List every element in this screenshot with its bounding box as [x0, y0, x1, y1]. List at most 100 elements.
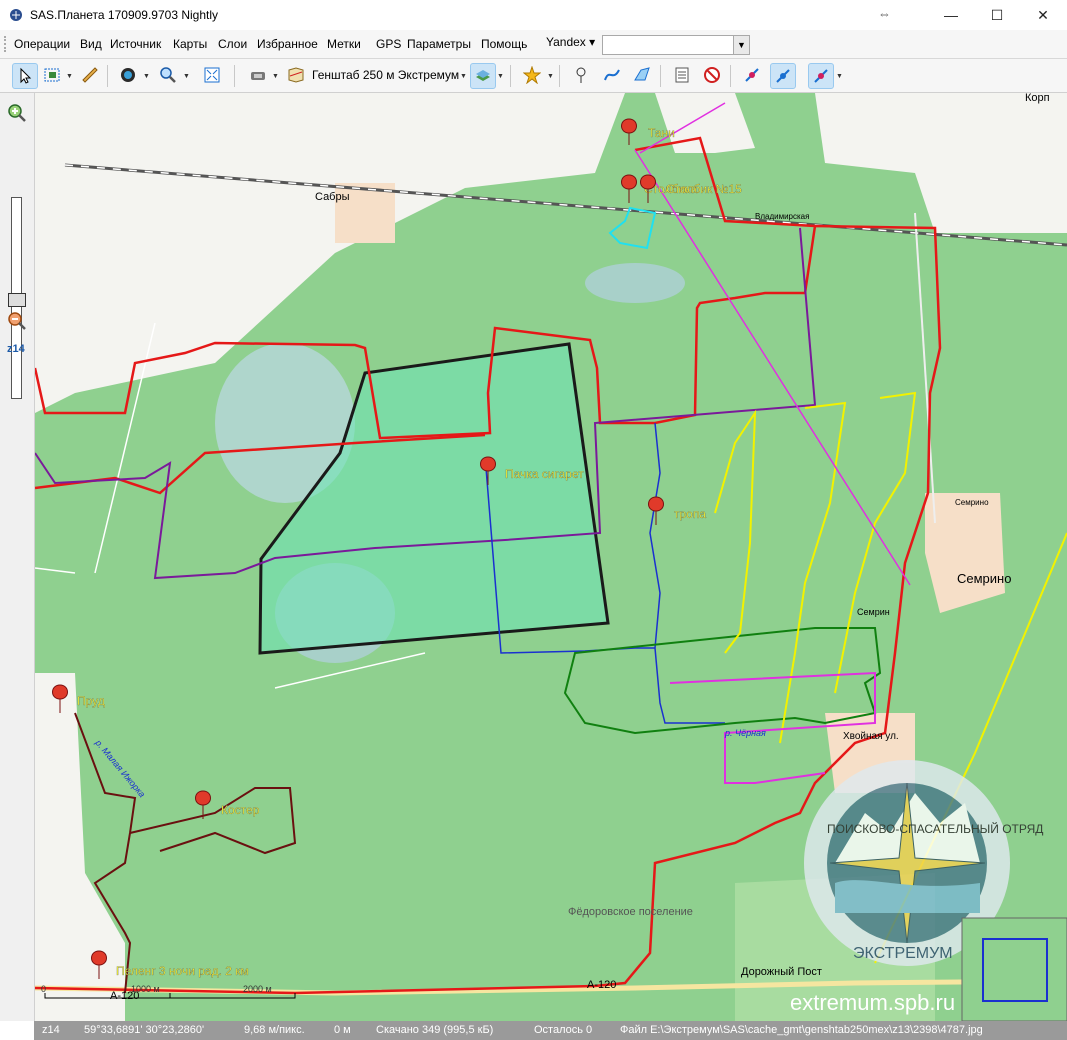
search-provider-dropdown[interactable]: Yandex ▾: [546, 35, 595, 49]
settlement-semrino: [925, 493, 1005, 613]
menu-bar: Операции Вид Источник Карты Слои Избранн…: [0, 30, 1067, 59]
marker-label-pachka: Пачка сигарет: [505, 467, 584, 481]
place-fedoritsa: Фёдоровское поселение: [568, 906, 693, 918]
map-type-selector[interactable]: Генштаб 250 м Экстремум: [312, 68, 459, 82]
globe-button[interactable]: [116, 63, 140, 87]
add-mark-button[interactable]: [569, 63, 593, 87]
favorites-button[interactable]: [520, 63, 544, 87]
scale-end: 2000 м: [243, 984, 272, 994]
layers-icon: [476, 70, 490, 81]
status-distance: 0 м: [334, 1024, 351, 1036]
gps-device-icon: [251, 72, 265, 80]
menu-favorites[interactable]: Избранное: [257, 37, 318, 51]
polygon-icon: [634, 67, 650, 81]
search-dropdown-button[interactable]: ▼: [733, 35, 750, 55]
map-viewport[interactable]: Сабры Семрино Семрино Семрин Хвойная ул.…: [35, 93, 1067, 1021]
fullscreen-icon: [204, 67, 220, 83]
zoom-button[interactable]: [156, 63, 180, 87]
no-entry-icon: [704, 67, 720, 83]
menu-settings[interactable]: Параметры: [407, 37, 471, 51]
menu-maps[interactable]: Карты: [173, 37, 207, 51]
map-source-button[interactable]: [284, 63, 308, 87]
list-icon: [675, 67, 689, 83]
gps-follow-button[interactable]: [770, 63, 796, 89]
emblem-bottom-text: ЭКСТРЕМУМ: [853, 945, 953, 962]
star-icon: [523, 66, 541, 84]
place-semrino: Семрино: [957, 571, 1011, 586]
marker-label-tropa: тропа: [674, 507, 706, 521]
menu-help[interactable]: Помощь: [481, 37, 527, 51]
path-icon: [604, 69, 620, 81]
marker-label-koster: Костер: [221, 803, 260, 817]
close-button[interactable]: ✕: [1020, 0, 1066, 30]
place-semrin-partial: Семрин: [857, 607, 890, 617]
pin-icon: [576, 67, 586, 83]
status-zoom: z14: [42, 1024, 60, 1036]
zoom-panel: z14: [0, 93, 35, 1021]
scale-mid: 1000 м: [131, 984, 160, 994]
status-resolution: 9,68 м/пикс.: [244, 1024, 305, 1036]
menu-marks[interactable]: Метки: [327, 37, 361, 51]
place-vladimirskaya: Владимирская: [755, 212, 809, 221]
ruler-button[interactable]: [78, 63, 102, 87]
satellite-center-icon: [814, 69, 828, 83]
menu-gps[interactable]: GPS: [376, 37, 401, 51]
place-dorozhny-post: Дорожный Пост: [741, 966, 822, 978]
select-area-icon: [44, 68, 60, 82]
zoom-slider-thumb[interactable]: [8, 293, 26, 307]
status-coords: 59°33,6891' 30°23,2860': [84, 1024, 205, 1036]
menu-view[interactable]: Вид: [80, 37, 102, 51]
status-file: Файл E:\Экстремум\SAS\cache_gmt\genshtab…: [620, 1024, 983, 1036]
status-remaining: Осталось 0: [534, 1024, 593, 1036]
status-downloaded: Скачано 349 (995,5 кБ): [376, 1024, 494, 1036]
ruler-icon: [82, 67, 98, 83]
zoom-in-icon[interactable]: [7, 103, 27, 123]
gps-device-button[interactable]: [246, 63, 270, 87]
fullscreen-button[interactable]: [200, 63, 224, 87]
minimize-button[interactable]: —: [928, 0, 974, 30]
zoom-out-icon[interactable]: [7, 311, 27, 331]
marker-label-prud: Пруд: [77, 694, 105, 708]
marker-label-peleng: Пеленг 3 ночи рад. 2 км: [116, 964, 249, 978]
scale-zero: 0: [41, 984, 46, 994]
place-semrino-small: Семрино: [955, 498, 989, 507]
map-stack-icon: [288, 67, 304, 83]
marker-label-stolbik-15: Столбик №15: [666, 182, 742, 196]
pointer-tool-button[interactable]: [12, 63, 38, 89]
menu-layers[interactable]: Слои: [218, 37, 247, 51]
marks-manager-button[interactable]: [670, 63, 694, 87]
place-sabry: Сабры: [315, 191, 350, 203]
cursor-icon: [20, 67, 32, 84]
zoom-level-label: z14: [7, 343, 25, 355]
map-canvas[interactable]: Сабры Семрино Семрино Семрин Хвойная ул.…: [35, 93, 1067, 1021]
add-path-button[interactable]: [600, 63, 624, 87]
magnifier-icon: [160, 67, 176, 83]
marker-label-tani: Тани: [648, 126, 675, 140]
add-polygon-button[interactable]: [630, 63, 654, 87]
place-river-chernaya: р. Чёрная: [724, 728, 766, 738]
maximize-button[interactable]: ☐: [974, 0, 1020, 30]
road-label-a120-right: А-120: [587, 979, 616, 991]
select-area-button[interactable]: [40, 63, 64, 87]
main-toolbar: ▼ ▼ ▼ ▼ Генштаб 250 м Экстремум ▼ ▼ ▼ ▼: [0, 59, 1067, 93]
layers-button[interactable]: [470, 63, 496, 89]
status-bar: z14 59°33,6891' 30°23,2860' 9,68 м/пикс.…: [34, 1021, 1067, 1040]
menu-operations[interactable]: Операции: [14, 37, 70, 51]
app-icon: [10, 9, 22, 21]
gps-center-button[interactable]: [808, 63, 834, 89]
overview-minimap[interactable]: [961, 917, 1067, 1021]
watermark-text: extremum.spb.ru: [790, 990, 955, 1015]
window-title: SAS.Планета 170909.9703 Nightly: [30, 8, 219, 22]
menu-source[interactable]: Источник: [110, 37, 161, 51]
toolbar-grip: [4, 36, 9, 52]
satellite-follow-icon: [776, 69, 790, 83]
resize-arrows-icon: ⇔: [878, 6, 891, 21]
emblem-top-text: ПОИСКОВО-СПАСАТЕЛЬНЫЙ ОТРЯД: [827, 821, 1043, 836]
place-khvoinaya: Хвойная ул.: [843, 731, 899, 742]
search-input[interactable]: [602, 35, 736, 55]
globe-icon: [121, 68, 135, 82]
hide-marks-button[interactable]: [700, 63, 724, 87]
gps-track-button[interactable]: [740, 63, 764, 87]
satellite-icon: [745, 68, 759, 82]
title-bar: SAS.Планета 170909.9703 Nightly ⇔ — ☐ ✕: [0, 0, 1067, 31]
